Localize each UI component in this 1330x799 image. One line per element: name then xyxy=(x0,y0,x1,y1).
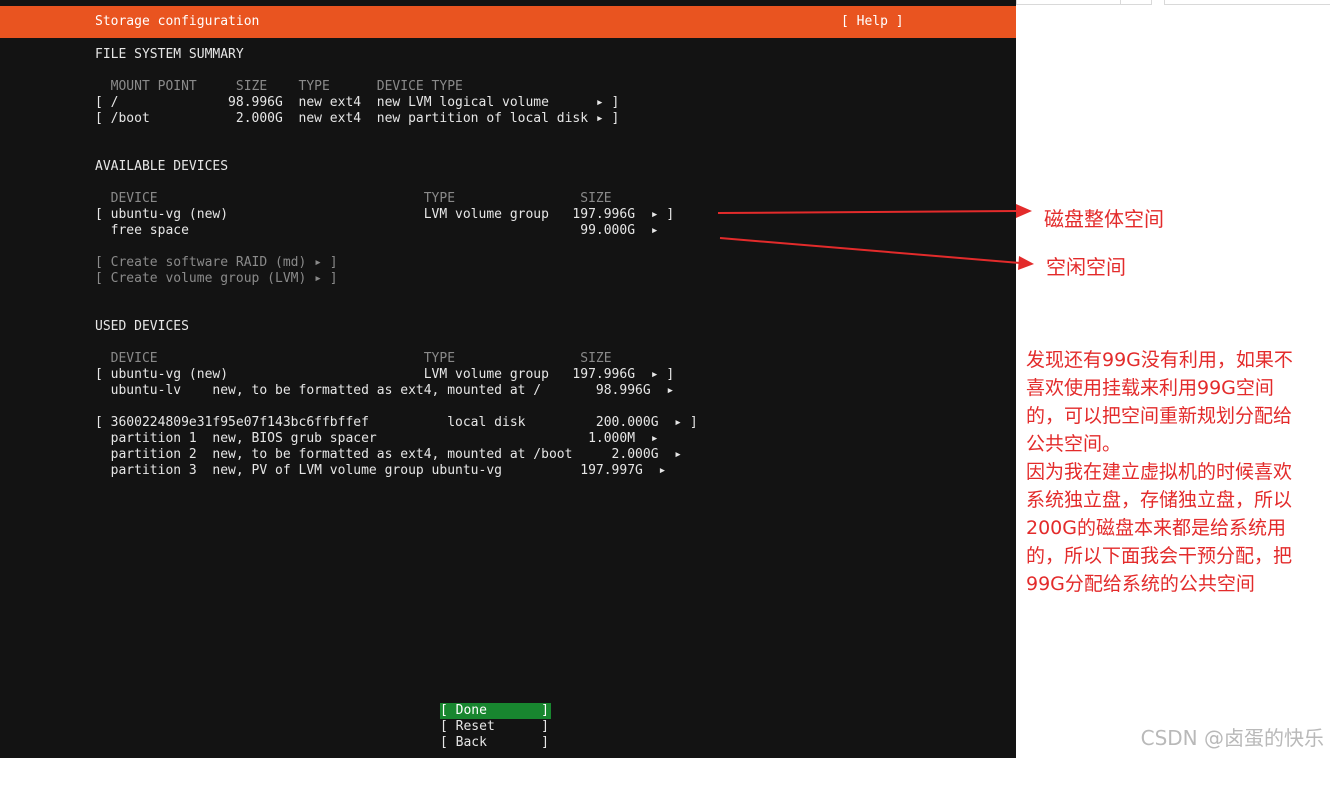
note-line: 发现还有99G没有利用，如果不 xyxy=(1026,349,1293,371)
annotation-free-space: 空闲空间 xyxy=(1046,255,1126,279)
arrow-free-space-head xyxy=(1018,256,1034,270)
arrow-whole-space-line xyxy=(717,210,1019,214)
annotation-whole-space: 磁盘整体空间 xyxy=(1044,207,1164,231)
arrow-whole-space-head xyxy=(1016,204,1032,218)
note-line: 200G的磁盘本来都是给系统用 xyxy=(1026,517,1286,539)
note-line: 的，所以下面我会干预分配，把 xyxy=(1026,545,1293,567)
note-line: 系统独立盘，存储独立盘，所以 xyxy=(1026,489,1293,511)
watermark: CSDN @卤蛋的快乐 xyxy=(1140,726,1324,750)
arrow-free-space-line xyxy=(719,237,1021,264)
note-line: 99G分配给系统的公共空间 xyxy=(1026,573,1255,595)
note-line: 的，可以把空间重新规划分配给 xyxy=(1026,405,1293,427)
note-line: 喜欢使用挂载来利用99G空间 xyxy=(1026,377,1274,399)
annotation-note: 发现还有99G没有利用，如果不 喜欢使用挂载来利用99G空间 的，可以把空间重新… xyxy=(1026,346,1293,598)
note-line: 因为我在建立虚拟机的时候喜欢 xyxy=(1026,461,1293,483)
note-line: 公共空间。 xyxy=(1026,433,1122,455)
